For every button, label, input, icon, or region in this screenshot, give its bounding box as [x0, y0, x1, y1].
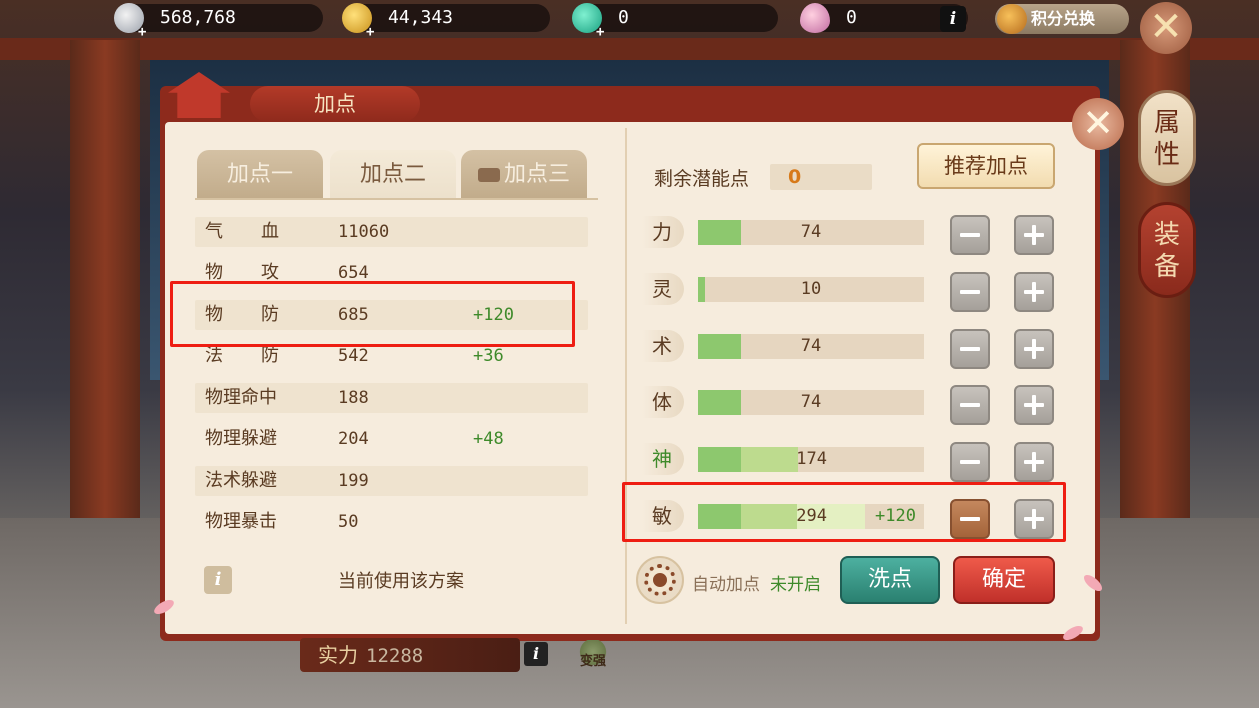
- stat-label: 物理躲避: [205, 428, 277, 449]
- attribute-label: 体: [642, 386, 684, 418]
- stat-row: 物理暴击 50: [195, 507, 588, 537]
- attribute-value: 74: [800, 392, 822, 412]
- attribute-bar: 74: [698, 390, 924, 415]
- attribute-label: 术: [642, 330, 684, 362]
- attribute-value: 74: [800, 222, 822, 242]
- decrease-button[interactable]: [950, 385, 990, 425]
- info-icon[interactable]: i: [940, 6, 966, 32]
- decrease-button[interactable]: [950, 272, 990, 312]
- auto-add-state: 未开启: [770, 575, 821, 595]
- recommend-points-button[interactable]: 推荐加点: [917, 143, 1055, 189]
- highlight-box-defense: [170, 281, 575, 347]
- stat-row: 物理命中 188: [195, 383, 588, 413]
- silver-counter[interactable]: + 568,768: [114, 3, 323, 40]
- attribute-bar: 174: [698, 447, 924, 472]
- stat-value: 11060: [338, 222, 390, 242]
- gold-counter[interactable]: + 44,343: [342, 3, 550, 40]
- stat-label: 物理暴击: [205, 511, 277, 532]
- power-value: 12288: [366, 645, 424, 667]
- stat-row: 气血 11060: [195, 217, 588, 247]
- attribute-label: 灵: [642, 273, 684, 305]
- increase-button[interactable]: [1014, 272, 1054, 312]
- potential-points-value: 0: [770, 164, 872, 190]
- reset-points-button[interactable]: 洗点: [840, 556, 940, 604]
- increase-button[interactable]: [1014, 215, 1054, 255]
- horse-decoration-icon: [900, 78, 1070, 122]
- silver-value: 568,768: [160, 7, 236, 28]
- tab-scheme-1-label: 加点一: [226, 162, 293, 187]
- tab-underline: [195, 198, 598, 200]
- background-beam: [0, 38, 1259, 60]
- gold-value: 44,343: [388, 7, 454, 28]
- stat-bonus: +48: [473, 429, 504, 449]
- stat-value: 50: [338, 512, 359, 532]
- stat-label: 物理命中: [205, 387, 277, 408]
- tab-equipment[interactable]: 装备: [1138, 202, 1196, 298]
- attribute-value: 74: [800, 336, 822, 356]
- auto-add-label: 自动加点: [692, 575, 760, 595]
- gem-drop-icon: [800, 3, 830, 33]
- tab-scheme-3[interactable]: 加点三: [461, 150, 587, 200]
- power-display: 实力 12288: [300, 638, 520, 672]
- close-window-icon[interactable]: ✕: [1140, 2, 1192, 54]
- stat-label: 气血: [205, 221, 317, 242]
- tab-scheme-3-label: 加点三: [503, 162, 570, 187]
- power-label: 实力: [318, 643, 358, 667]
- add-icon: +: [138, 24, 147, 40]
- confirm-button[interactable]: 确定: [953, 556, 1055, 604]
- jade-value: 0: [618, 7, 629, 28]
- decrease-button[interactable]: [950, 215, 990, 255]
- attribute-bar: 10: [698, 277, 924, 302]
- stat-row: 法术躲避 199: [195, 466, 588, 496]
- panel-divider: [625, 128, 627, 624]
- tab-equipment-char-1: 装备: [1153, 220, 1180, 282]
- attribute-value: 10: [800, 279, 822, 299]
- resource-bar: + 568,768 + 44,343 + 0 0 i 积分兑换: [0, 0, 1259, 40]
- background-pillar-left: [70, 40, 140, 560]
- add-icon: +: [366, 24, 375, 40]
- info-icon[interactable]: i: [204, 566, 232, 594]
- points-exchange-button[interactable]: 积分兑换: [995, 4, 1129, 34]
- stat-value: 188: [338, 388, 369, 408]
- increase-button[interactable]: [1014, 442, 1054, 482]
- attribute-value: 174: [796, 449, 827, 469]
- jade-counter[interactable]: + 0: [572, 3, 778, 40]
- tab-scheme-1[interactable]: 加点一: [197, 150, 323, 200]
- gear-icon: [644, 564, 676, 596]
- scheme-status-text: 当前使用该方案: [338, 571, 464, 592]
- highlight-box-agility: [622, 482, 1066, 542]
- lock-icon: [477, 168, 500, 182]
- attribute-bar: 74: [698, 334, 924, 359]
- stat-value: 204: [338, 429, 369, 449]
- info-icon[interactable]: i: [524, 642, 548, 666]
- stat-row: 物理躲避 204 +48: [195, 424, 588, 454]
- increase-button[interactable]: [1014, 329, 1054, 369]
- money-bag-icon: [997, 4, 1027, 34]
- attribute-label: 神: [642, 443, 684, 475]
- points-exchange-label: 积分兑换: [1031, 9, 1096, 28]
- close-dialog-icon[interactable]: ✕: [1072, 98, 1124, 150]
- attribute-label: 力: [642, 216, 684, 248]
- tab-scheme-2[interactable]: 加点二: [330, 150, 456, 200]
- stat-label: 法术躲避: [205, 470, 277, 491]
- tab-attributes[interactable]: 属性: [1138, 90, 1196, 186]
- add-icon: +: [596, 24, 605, 40]
- strengthen-button[interactable]: 变强: [570, 640, 616, 674]
- tab-scheme-2-label: 加点二: [359, 162, 426, 187]
- potential-points-label: 剩余潜能点: [654, 168, 750, 190]
- decrease-button[interactable]: [950, 442, 990, 482]
- tab-attributes-char-1: 属性: [1153, 108, 1180, 170]
- auto-add-settings-button[interactable]: [636, 556, 684, 604]
- gem-value: 0: [846, 7, 857, 28]
- stat-value: 199: [338, 471, 369, 491]
- attribute-bar: 74: [698, 220, 924, 245]
- decrease-button[interactable]: [950, 329, 990, 369]
- dialog-title: 加点: [250, 86, 420, 122]
- increase-button[interactable]: [1014, 385, 1054, 425]
